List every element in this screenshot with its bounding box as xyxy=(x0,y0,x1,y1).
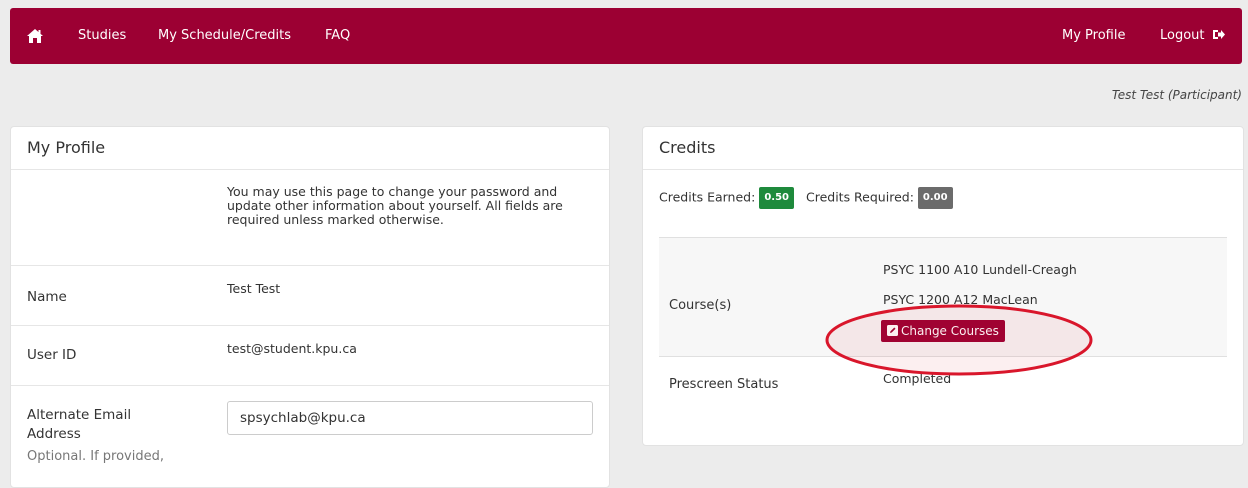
home-icon[interactable] xyxy=(26,8,44,64)
courses-label: Course(s) xyxy=(669,298,732,313)
course-item: PSYC 1100 A10 Lundell-Creagh xyxy=(883,262,1077,277)
alt-email-hint: Optional. If provided, xyxy=(27,449,164,464)
userid-label: User ID xyxy=(27,347,77,363)
credits-panel-title: Credits xyxy=(643,127,1243,170)
userid-value: test@student.kpu.ca xyxy=(227,341,357,356)
divider xyxy=(11,385,609,386)
credits-required-badge: 0.00 xyxy=(917,187,953,209)
credits-required-label: Credits Required: xyxy=(805,189,914,205)
profile-panel-title: My Profile xyxy=(11,127,609,170)
highlight-annotation xyxy=(825,304,1093,376)
name-label: Name xyxy=(27,289,67,305)
nav-schedule-credits[interactable]: My Schedule/Credits xyxy=(158,8,291,64)
top-navbar: Studies My Schedule/Credits FAQ My Profi… xyxy=(10,8,1242,64)
nav-logout[interactable]: Logout xyxy=(1160,8,1225,64)
divider xyxy=(11,265,609,266)
alt-email-label-2: Address xyxy=(27,426,81,442)
logout-label: Logout xyxy=(1160,28,1205,43)
nav-studies[interactable]: Studies xyxy=(78,8,126,64)
nav-my-profile[interactable]: My Profile xyxy=(1062,8,1125,64)
nav-faq[interactable]: FAQ xyxy=(325,8,350,64)
profile-intro: You may use this page to change your pas… xyxy=(227,184,563,227)
alt-email-label: Alternate Email xyxy=(27,407,132,423)
credits-panel: Credits Credits Earned: 0.50 Credits Req… xyxy=(642,126,1244,446)
current-user: Test Test (Participant) xyxy=(1111,88,1242,102)
sign-out-icon xyxy=(1212,30,1225,39)
prescreen-label: Prescreen Status xyxy=(669,377,779,392)
name-value: Test Test xyxy=(227,281,281,296)
alt-email-field[interactable]: spsychlab@kpu.ca xyxy=(227,401,593,435)
credits-earned-badge: 0.50 xyxy=(759,187,794,209)
divider xyxy=(11,325,609,326)
profile-panel: My Profile You may use this page to chan… xyxy=(10,126,610,488)
credits-summary: Credits Earned: 0.50 Credits Required: 0… xyxy=(659,187,953,209)
credits-earned-label: Credits Earned: xyxy=(659,189,756,205)
